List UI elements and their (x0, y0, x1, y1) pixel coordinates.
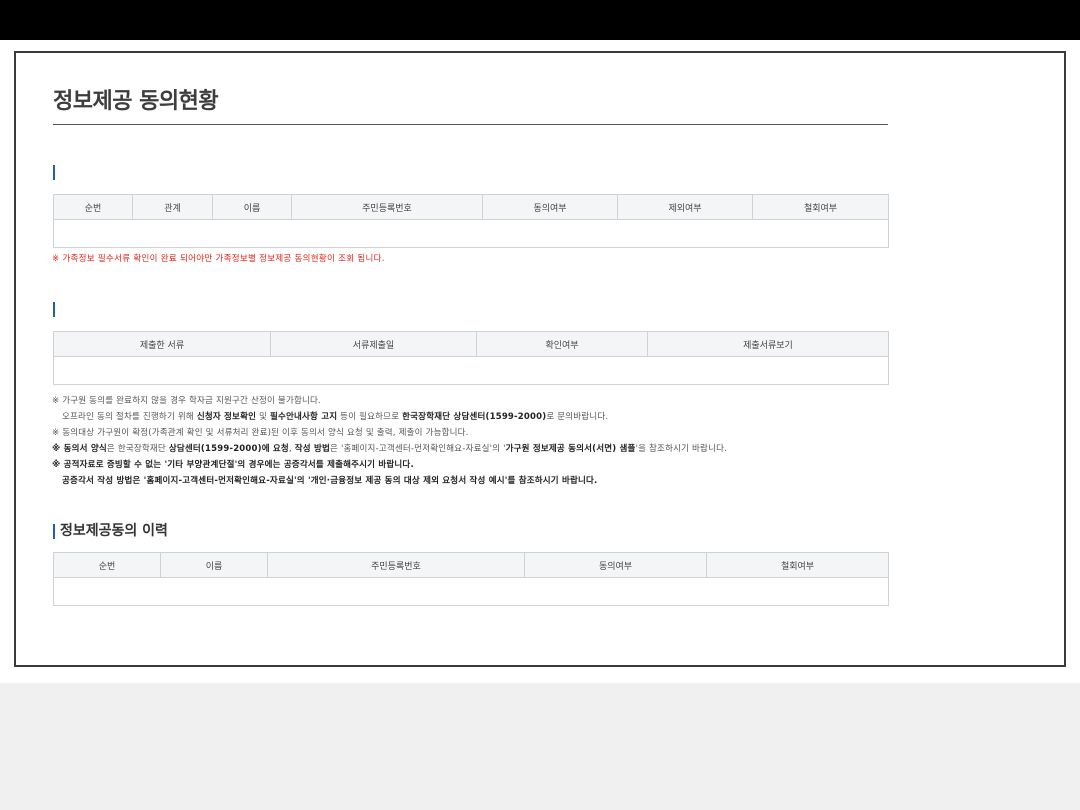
note-line: 공증각서 작성 방법은 '홈페이지-고객센터-먼저확인해요-자료실'의 '개인·… (62, 476, 598, 486)
col-header-resident-number: 주민등록번호 (291, 194, 483, 220)
col-header-number: 순번 (53, 194, 133, 220)
col-header-consent: 동의여부 (482, 194, 618, 220)
note-line: 오프라인 동의 절차를 진행하기 위해 신청자 정보확인 및 필수안내사항 고지… (62, 412, 609, 422)
empty-cell (53, 219, 889, 248)
note-line: ※ 동의서 양식은 한국장학재단 상담센터(1599-2000)에 요청, 작성… (52, 444, 728, 454)
col-header-name: 이름 (212, 194, 292, 220)
submitted-documents-table: 제출한 서류 서류제출일 확인여부 제출서류보기 (53, 331, 889, 385)
page-title: 정보제공 동의현황 (53, 89, 219, 114)
col-header-exclusion: 제외여부 (617, 194, 753, 220)
col-header-withdrawal: 철회여부 (706, 552, 889, 578)
guidance-notes: ※ 가구원 동의를 완료하지 않을 경우 학자금 지원구간 산정이 불가합니다.… (52, 393, 727, 489)
table-header-row: 순번 관계 이름 주민등록번호 동의여부 제외여부 철회여부 (53, 194, 889, 220)
content-frame: 정보제공 동의현황 순번 관계 이름 주민등록번호 동의여부 제외여부 철회여부… (14, 51, 1066, 667)
col-header-number: 순번 (53, 552, 161, 578)
col-header-verified: 확인여부 (476, 331, 648, 357)
note-line: ※ 동의대상 가구원이 확정(가족관계 확인 및 서류처리 완료)된 이후 동의… (52, 428, 469, 438)
col-header-resident-number: 주민등록번호 (267, 552, 525, 578)
history-section-title: 정보제공동의 이력 (60, 523, 168, 539)
consent-status-table: 순번 관계 이름 주민등록번호 동의여부 제외여부 철회여부 (53, 194, 889, 248)
empty-cell (53, 356, 889, 385)
table-header-row: 순번 이름 주민등록번호 동의여부 철회여부 (53, 552, 889, 578)
consent-history-table: 순번 이름 주민등록번호 동의여부 철회여부 (53, 552, 889, 606)
table-row-empty (53, 577, 889, 606)
section-marker-consent (53, 165, 55, 180)
col-header-relation: 관계 (132, 194, 213, 220)
col-header-submission-date: 서류제출일 (270, 331, 477, 357)
title-divider (53, 124, 888, 125)
top-black-bar (0, 0, 1080, 40)
note-line: ※ 가구원 동의를 완료하지 않을 경우 학자금 지원구간 산정이 불가합니다. (52, 396, 321, 406)
note-line: ※ 공적자료로 증빙할 수 없는 '기타 부양관계단절'의 경우에는 공증각서를… (52, 460, 414, 470)
col-header-submitted-document: 제출한 서류 (53, 331, 271, 357)
table-row-empty (53, 219, 889, 248)
col-header-view-document: 제출서류보기 (647, 331, 889, 357)
section-marker-history (53, 524, 55, 539)
table-header-row: 제출한 서류 서류제출일 확인여부 제출서류보기 (53, 331, 889, 357)
table-row-empty (53, 356, 889, 385)
col-header-withdrawal: 철회여부 (752, 194, 889, 220)
col-header-consent: 동의여부 (524, 552, 707, 578)
col-header-name: 이름 (160, 552, 268, 578)
section-marker-documents (53, 302, 55, 317)
family-info-notice: ※ 가족정보 필수서류 확인이 완료 되어야만 가족정보별 정보제공 동의현황이… (52, 254, 385, 264)
empty-cell (53, 577, 889, 606)
